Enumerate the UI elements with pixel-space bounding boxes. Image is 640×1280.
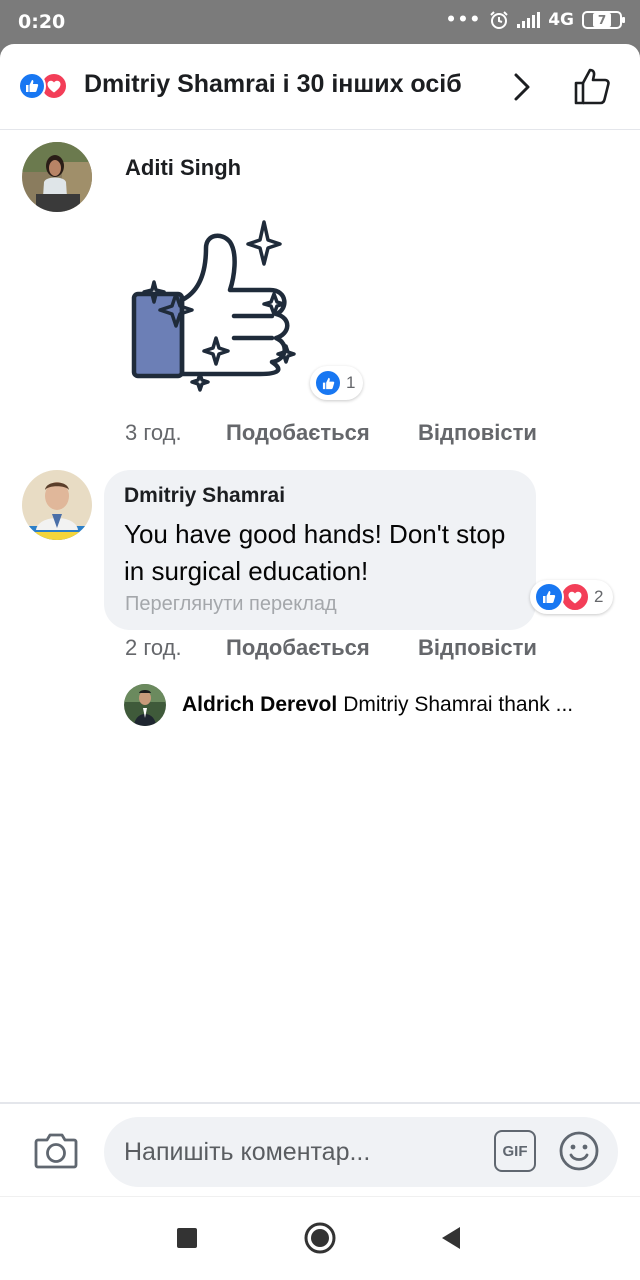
thumbs-up-sparkles-sticker [131, 220, 296, 392]
comment-reactions[interactable]: 1 [310, 366, 364, 400]
comment-reactions[interactable]: 2 [530, 580, 614, 614]
status-time: 0:20 [18, 11, 66, 33]
like-icon [534, 582, 564, 612]
comment-time: 3 год. [125, 420, 182, 445]
battery-icon: 7 [582, 11, 625, 29]
alarm-icon [490, 11, 508, 29]
love-icon [560, 582, 590, 612]
network-label: 4G [548, 10, 574, 30]
home-icon[interactable] [304, 1222, 336, 1254]
recents-icon[interactable] [176, 1227, 198, 1249]
comment-composer: GIF [0, 1102, 640, 1194]
like-comment-button[interactable]: Подобається [226, 635, 370, 661]
emoji-icon[interactable] [558, 1130, 600, 1172]
status-bar: 0:20 ••• 4G 7 [0, 0, 640, 44]
system-nav-bar [0, 1196, 640, 1280]
reaction-count: 1 [346, 373, 356, 392]
reply-snippet: Aldrich Derevol Dmitriy Shamrai thank ... [182, 693, 612, 717]
reply-preview[interactable]: Aldrich Derevol Dmitriy Shamrai thank ... [124, 684, 624, 728]
reply-button[interactable]: Відповісти [418, 635, 537, 661]
avatar-dmitriy-shamrai[interactable] [22, 470, 92, 540]
reply-button[interactable]: Відповісти [418, 420, 537, 446]
gif-button[interactable]: GIF [494, 1130, 536, 1172]
comment-time: 2 год. [125, 635, 182, 660]
back-icon[interactable] [440, 1226, 462, 1250]
notification-dots: ••• [445, 10, 482, 30]
header-reaction-icons [18, 72, 68, 100]
reply-text: Dmitriy Shamrai thank ... [343, 693, 574, 716]
chevron-right-icon[interactable] [512, 72, 532, 102]
comment-text: You have good hands! Don't stop in surgi… [124, 519, 506, 586]
reactions-summary-title[interactable]: Dmitriy Shamrai і 30 інших осіб [84, 70, 462, 99]
comment-author[interactable]: Dmitriy Shamrai [124, 484, 285, 508]
reactions-header[interactable]: Dmitriy Shamrai і 30 інших осіб [0, 44, 640, 130]
reply-author[interactable]: Aldrich Derevol [182, 693, 337, 716]
like-icon [18, 72, 46, 100]
thumbs-up-icon[interactable] [572, 66, 612, 106]
see-translation-link[interactable]: Переглянути переклад [125, 593, 337, 616]
camera-icon[interactable] [34, 1130, 78, 1170]
like-comment-button[interactable]: Подобається [226, 420, 370, 446]
comment-input[interactable] [104, 1117, 618, 1187]
avatar-aldrich-derevol[interactable] [124, 684, 166, 726]
battery-level: 7 [592, 13, 612, 27]
comment-author[interactable]: Aditi Singh [125, 155, 241, 181]
reaction-count: 2 [594, 587, 604, 606]
status-icons: ••• 4G 7 [445, 10, 625, 30]
like-icon [314, 369, 342, 397]
signal-icon [517, 12, 541, 28]
avatar-aditi-singh[interactable] [22, 142, 92, 212]
comments-sheet: Dmitriy Shamrai і 30 інших осіб Aditi Si… [0, 44, 640, 1280]
